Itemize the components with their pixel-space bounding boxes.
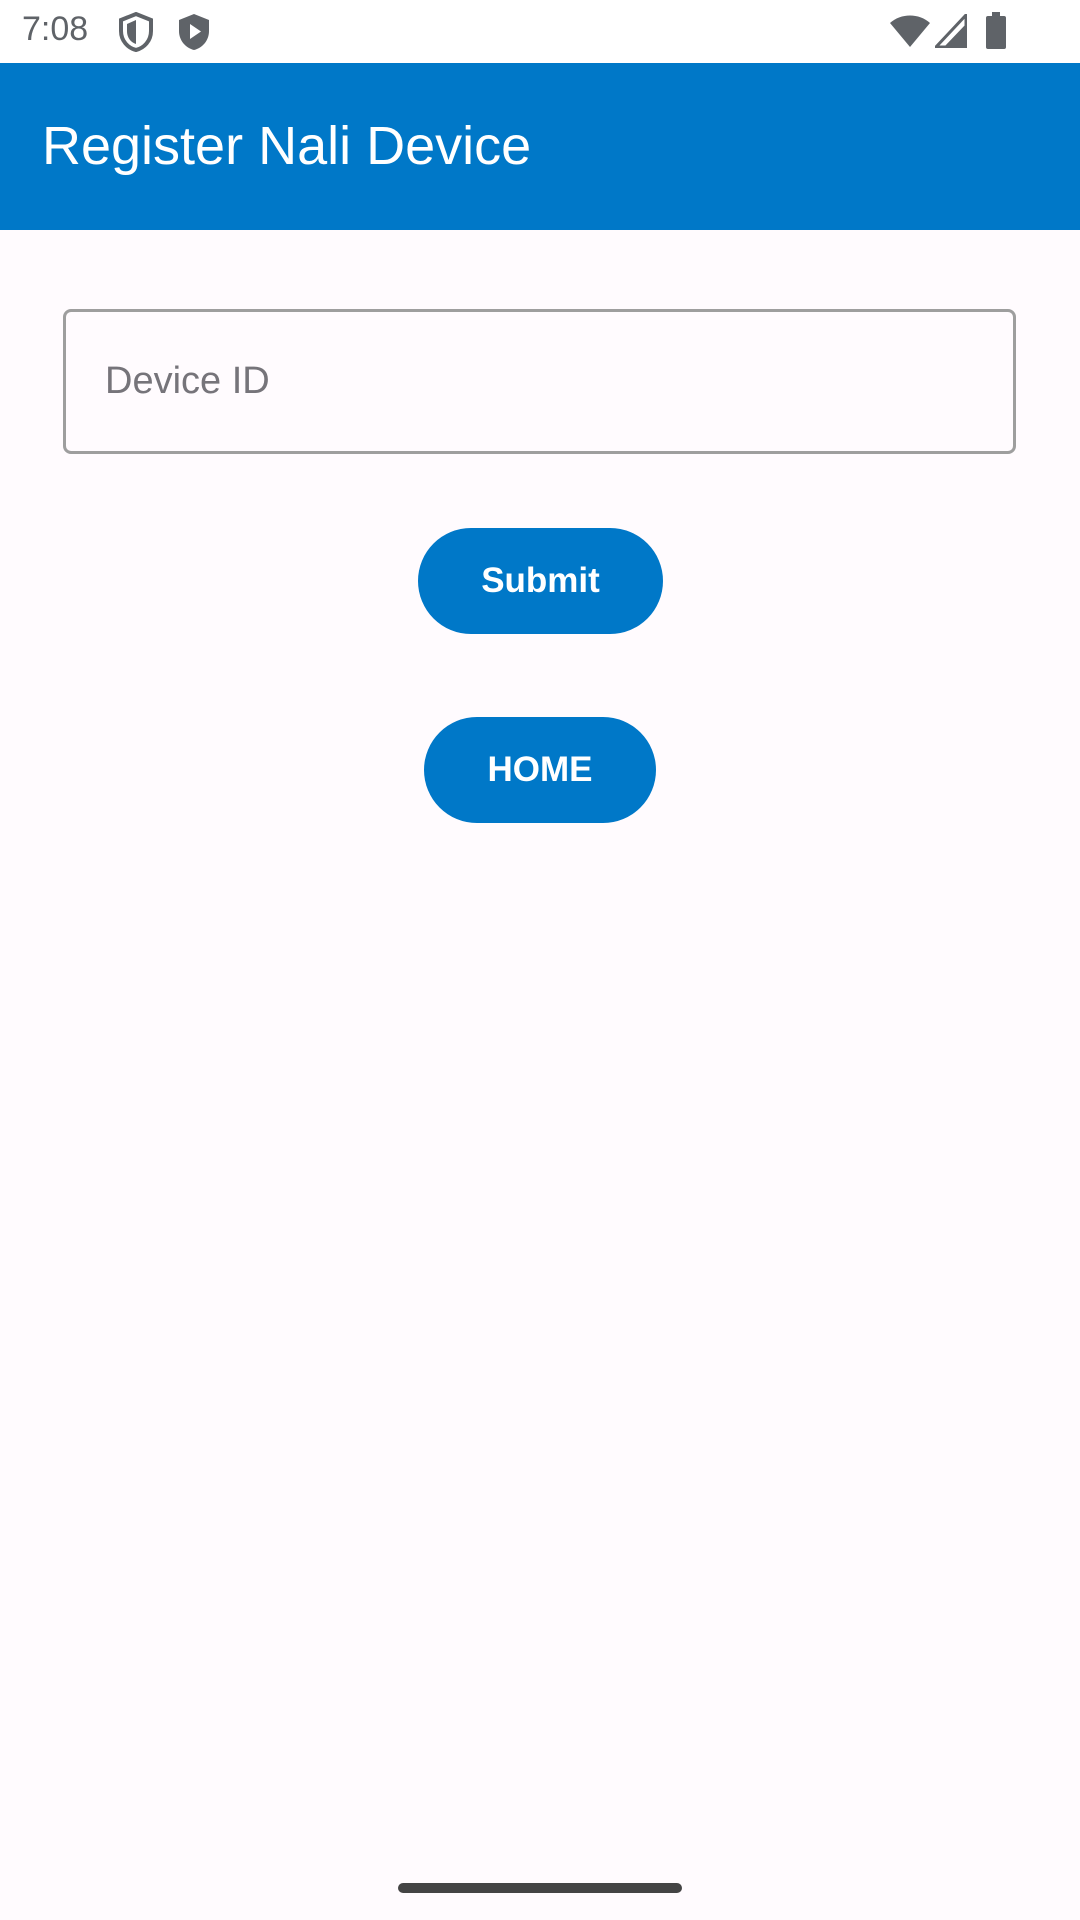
wifi-icon — [889, 14, 931, 48]
status-time: 7:08 — [22, 10, 89, 48]
status-bar: 7:08 — [0, 0, 1080, 63]
home-button[interactable]: HOME — [424, 717, 656, 823]
page-title: Register Nali Device — [42, 116, 532, 176]
submit-button[interactable]: Submit — [418, 528, 663, 634]
battery-icon — [985, 12, 1007, 50]
shield-outline-icon — [118, 12, 154, 52]
gesture-nav-handle[interactable] — [398, 1883, 682, 1893]
device-id-field[interactable] — [63, 309, 1016, 454]
register-device-screen: 7:08 Register Nali Device Device ID Subm… — [0, 0, 1080, 1920]
app-bar: Register Nali Device — [0, 63, 1080, 230]
device-id-input[interactable] — [66, 312, 1013, 451]
signal-icon — [935, 14, 967, 48]
shield-play-icon — [176, 12, 212, 52]
